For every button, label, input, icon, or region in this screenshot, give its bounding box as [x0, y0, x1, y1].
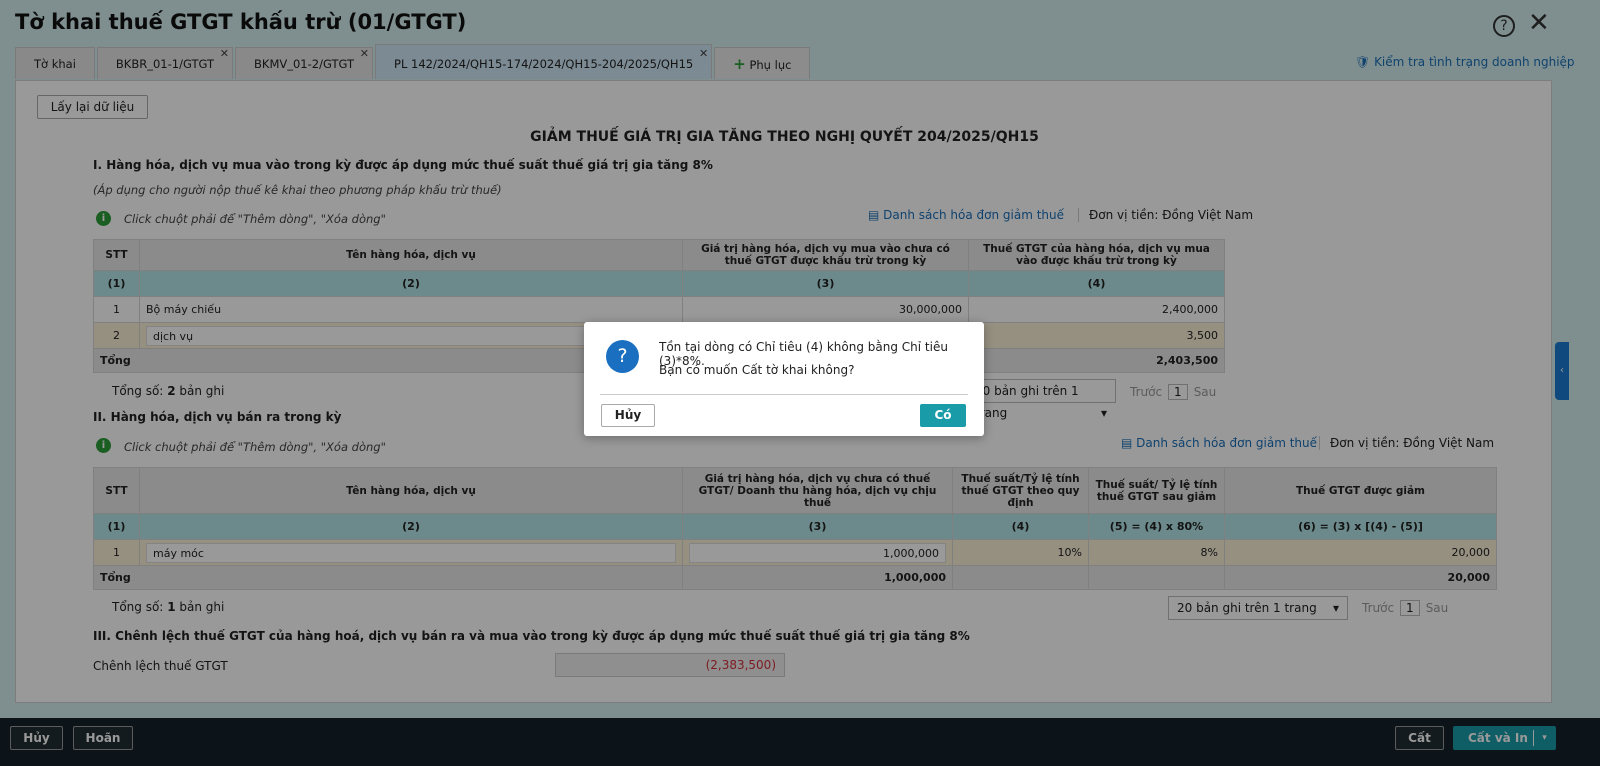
dialog-cancel-button[interactable]: Hủy	[601, 404, 655, 427]
dialog-message-line2: Bạn có muốn Cất tờ khai không?	[659, 363, 855, 377]
confirm-dialog: ? Tồn tại dòng có Chỉ tiêu (4) không bằn…	[584, 322, 984, 436]
dialog-yes-button[interactable]: Có	[920, 404, 966, 427]
question-icon: ?	[606, 340, 639, 373]
divider	[600, 394, 968, 395]
